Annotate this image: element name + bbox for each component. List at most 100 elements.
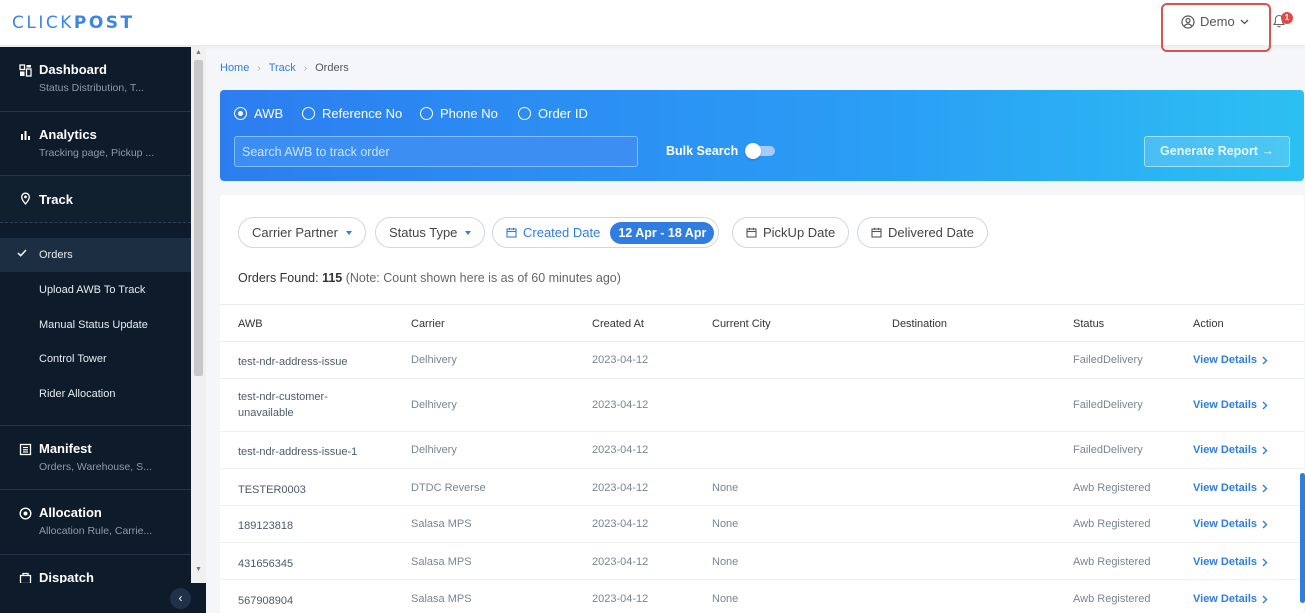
chevron-right-icon bbox=[1262, 558, 1268, 566]
orders-card: Carrier Partner Status Type Created Date… bbox=[220, 195, 1304, 613]
radio-unselected-icon bbox=[420, 107, 433, 120]
view-details-link[interactable]: View Details bbox=[1193, 556, 1268, 568]
sidebar-subitem-rider-allocation[interactable]: Rider Allocation bbox=[0, 377, 191, 411]
awb-search-input[interactable] bbox=[234, 136, 638, 167]
dashboard-icon bbox=[19, 64, 32, 77]
radio-phone-no[interactable]: Phone No bbox=[420, 106, 498, 121]
view-details-link[interactable]: View Details bbox=[1193, 444, 1268, 456]
table-row[interactable]: test-ndr-address-issue-1 Delhivery 2023-… bbox=[220, 432, 1304, 469]
view-details-link[interactable]: View Details bbox=[1193, 399, 1268, 411]
sidebar-subitem-manual-status-update[interactable]: Manual Status Update bbox=[0, 308, 191, 342]
bulk-search-toggle[interactable] bbox=[745, 143, 776, 159]
table-row[interactable]: test-ndr-address-issue Delhivery 2023-04… bbox=[220, 342, 1304, 379]
sidebar-title: Analytics bbox=[39, 127, 97, 142]
breadcrumb-home[interactable]: Home bbox=[220, 62, 249, 74]
filter-label: Created Date bbox=[523, 225, 601, 240]
clickpost-logo[interactable]: CLICKPOST bbox=[12, 13, 135, 33]
carrier-partner-filter[interactable]: Carrier Partner bbox=[238, 217, 366, 248]
sidebar-item-dashboard[interactable]: Dashboard Status Distribution, T... bbox=[0, 47, 191, 112]
status-cell: Awb Registered bbox=[1073, 482, 1151, 494]
radio-label: AWB bbox=[254, 106, 284, 121]
column-header-action: Action bbox=[1193, 318, 1224, 330]
chevron-down-icon bbox=[1240, 19, 1249, 24]
chevron-right-icon bbox=[1262, 446, 1268, 454]
calendar-icon bbox=[746, 227, 757, 238]
table-row[interactable]: 431656345 Salasa MPS 2023-04-12 None Awb… bbox=[220, 543, 1304, 580]
carrier-cell: Salasa MPS bbox=[411, 593, 472, 605]
sidebar-subtitle: Orders, Warehouse, S... bbox=[39, 461, 152, 473]
created-at-cell: 2023-04-12 bbox=[592, 593, 649, 605]
view-details-link[interactable]: View Details bbox=[1193, 482, 1268, 494]
generate-report-button[interactable]: Generate Report → bbox=[1144, 136, 1290, 167]
sidebar-title: Dashboard bbox=[39, 62, 107, 77]
calendar-icon bbox=[871, 227, 882, 238]
carrier-cell: Delhivery bbox=[411, 399, 457, 411]
created-at-cell: 2023-04-12 bbox=[592, 354, 649, 366]
location-pin-icon bbox=[21, 192, 30, 205]
carrier-cell: DTDC Reverse bbox=[411, 482, 486, 494]
table-row[interactable]: test-ndr-customer-unavailable Delhivery … bbox=[220, 379, 1304, 432]
sidebar-scroll-thumb[interactable] bbox=[194, 60, 203, 376]
breadcrumb-track[interactable]: Track bbox=[269, 62, 296, 74]
chevron-right-icon bbox=[1262, 356, 1268, 364]
column-header-status: Status bbox=[1073, 318, 1105, 330]
sidebar-subitem-upload-awb[interactable]: Upload AWB To Track bbox=[0, 273, 191, 307]
breadcrumb: Home › Track › Orders bbox=[220, 62, 349, 74]
created-date-filter[interactable]: Created Date 12 Apr - 18 Apr bbox=[492, 217, 720, 248]
delivered-date-filter[interactable]: Delivered Date bbox=[857, 217, 988, 248]
column-header-created-at: Created At bbox=[592, 318, 644, 330]
view-details-link[interactable]: View Details bbox=[1193, 518, 1268, 530]
status-type-filter[interactable]: Status Type bbox=[375, 217, 486, 248]
breadcrumb-current: Orders bbox=[315, 62, 349, 74]
carrier-cell: Delhivery bbox=[411, 354, 457, 366]
current-city-cell: None bbox=[712, 556, 739, 568]
carrier-cell: Salasa MPS bbox=[411, 556, 472, 568]
filter-label: Status Type bbox=[389, 225, 458, 240]
search-panel: AWB Reference No Phone No Order ID Bulk … bbox=[220, 90, 1304, 181]
orders-found-note: (Note: Count shown here is as of 60 minu… bbox=[345, 271, 621, 285]
user-name: Demo bbox=[1200, 14, 1235, 29]
scroll-up-arrow-icon[interactable]: ▲ bbox=[195, 49, 202, 56]
caret-down-icon bbox=[345, 230, 352, 235]
view-details-label: View Details bbox=[1193, 556, 1257, 568]
page-scroll-indicator[interactable] bbox=[1300, 473, 1305, 603]
sidebar-item-analytics[interactable]: Analytics Tracking page, Pickup ... bbox=[0, 112, 191, 176]
view-details-link[interactable]: View Details bbox=[1193, 593, 1268, 605]
radio-label: Phone No bbox=[440, 106, 498, 121]
status-cell: Awb Registered bbox=[1073, 518, 1151, 530]
awb-cell: 567908904 bbox=[238, 595, 294, 607]
view-details-link[interactable]: View Details bbox=[1193, 354, 1268, 366]
filter-label: Carrier Partner bbox=[252, 225, 338, 240]
sidebar-item-allocation[interactable]: Allocation Allocation Rule, Carrie... bbox=[0, 490, 191, 555]
radio-order-id[interactable]: Order ID bbox=[518, 106, 588, 121]
collapse-sidebar-button[interactable]: ‹ bbox=[170, 588, 191, 609]
table-row[interactable]: 189123818 Salasa MPS 2023-04-12 None Awb… bbox=[220, 506, 1304, 543]
radio-unselected-icon bbox=[518, 107, 531, 120]
view-details-label: View Details bbox=[1193, 593, 1257, 605]
status-cell: Awb Registered bbox=[1073, 556, 1151, 568]
carrier-cell: Delhivery bbox=[411, 444, 457, 456]
view-details-label: View Details bbox=[1193, 518, 1257, 530]
radio-reference-no[interactable]: Reference No bbox=[302, 106, 402, 121]
created-at-cell: 2023-04-12 bbox=[592, 444, 649, 456]
chevron-right-icon bbox=[1262, 520, 1268, 528]
table-row[interactable]: 567908904 Salasa MPS 2023-04-12 None Awb… bbox=[220, 580, 1304, 613]
orders-found-label: Orders Found: bbox=[238, 271, 319, 285]
view-details-label: View Details bbox=[1193, 354, 1257, 366]
sidebar-subtitle: Allocation Rule, Carrie... bbox=[39, 525, 153, 537]
chevron-right-icon bbox=[1262, 401, 1268, 409]
radio-awb[interactable]: AWB bbox=[234, 106, 283, 121]
bulk-search-label: Bulk Search bbox=[666, 144, 739, 158]
table-header: AWB Carrier Created At Current City Dest… bbox=[220, 304, 1304, 342]
pickup-date-filter[interactable]: PickUp Date bbox=[732, 217, 850, 248]
sidebar-item-manifest[interactable]: Manifest Orders, Warehouse, S... bbox=[0, 425, 191, 490]
scroll-down-arrow-icon[interactable]: ▼ bbox=[195, 566, 202, 573]
column-header-destination: Destination bbox=[892, 318, 948, 330]
table-row[interactable]: TESTER0003 DTDC Reverse 2023-04-12 None … bbox=[220, 469, 1304, 506]
sidebar-item-track[interactable]: Track bbox=[0, 176, 191, 223]
created-at-cell: 2023-04-12 bbox=[592, 518, 649, 530]
user-menu[interactable]: Demo bbox=[1181, 14, 1249, 29]
sidebar-subitem-control-tower[interactable]: Control Tower bbox=[0, 342, 191, 376]
sidebar-subitem-orders[interactable]: Orders bbox=[0, 238, 191, 272]
chevron-right-icon bbox=[1262, 595, 1268, 603]
